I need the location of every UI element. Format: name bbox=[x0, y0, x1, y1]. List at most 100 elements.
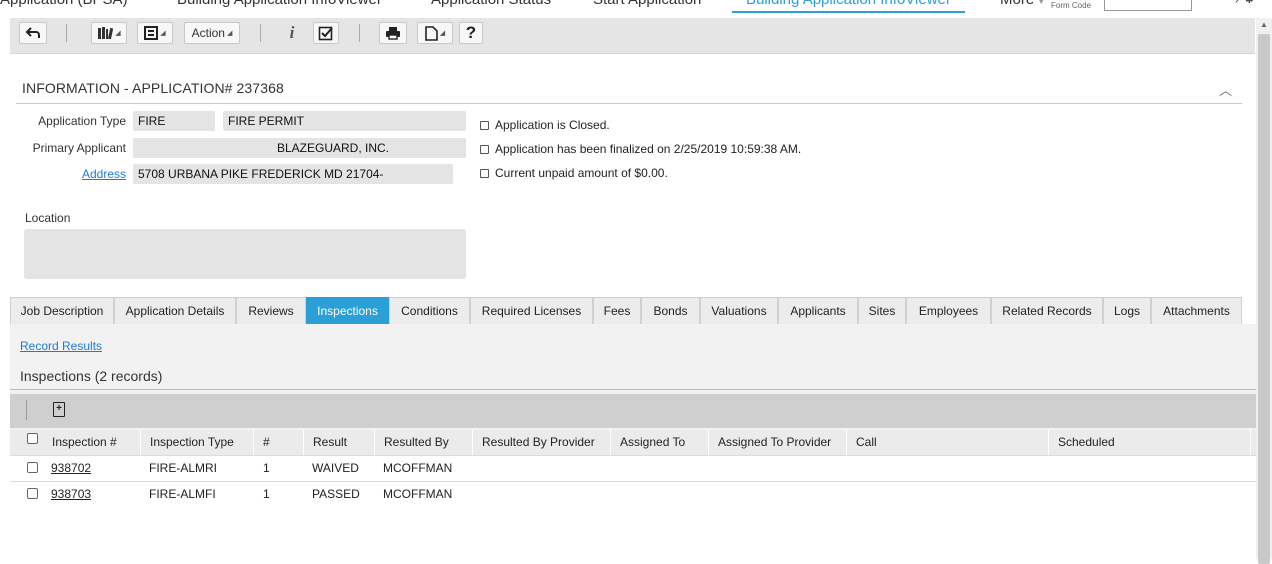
inspection-count: 1 bbox=[263, 487, 270, 501]
tab-reviews[interactable]: Reviews bbox=[236, 297, 306, 324]
tab-sites[interactable]: Sites bbox=[858, 297, 906, 324]
tab-related-records[interactable]: Related Records bbox=[991, 297, 1103, 324]
info-button[interactable]: i bbox=[281, 22, 303, 44]
primary-applicant-label: Primary Applicant bbox=[32, 141, 126, 155]
col-resulted-by-provider[interactable]: Resulted By Provider bbox=[482, 430, 595, 455]
document-icon bbox=[424, 25, 438, 41]
nav-tab-start-application[interactable]: Start Application bbox=[593, 0, 701, 8]
primary-applicant-value: BLAZEGUARD, INC. bbox=[133, 138, 466, 158]
nav-tab-building-infoviewer-active[interactable]: Building Application InfoViewer bbox=[732, 0, 965, 13]
resulted-by: MCOFFMAN bbox=[383, 487, 453, 501]
col-assigned-to[interactable]: Assigned To bbox=[620, 430, 685, 455]
inspection-type: FIRE-ALMRI bbox=[149, 461, 218, 475]
tab-employees[interactable]: Employees bbox=[906, 297, 991, 324]
location-value bbox=[24, 229, 466, 279]
bullet-square-icon bbox=[480, 120, 489, 130]
scrollbar-thumb[interactable] bbox=[1258, 34, 1270, 564]
tab-valuations[interactable]: Valuations bbox=[700, 297, 778, 324]
grid-toolbar: + bbox=[10, 394, 1256, 428]
tab-attachments[interactable]: Attachments bbox=[1151, 297, 1242, 324]
action-menu-button[interactable]: Action ◢ bbox=[184, 22, 240, 44]
table-row: 938702 FIRE-ALMRI 1 WAIVED MCOFFMAN bbox=[10, 456, 1256, 482]
application-type-name: FIRE PERMIT bbox=[223, 111, 466, 131]
toolbar: ◢ ◢ Action ◢ i ◢ ? bbox=[10, 18, 1255, 54]
record-results-link[interactable]: Record Results bbox=[20, 339, 102, 353]
document-button[interactable]: ◢ bbox=[417, 22, 453, 44]
top-nav: Application (BPSA) Building Application … bbox=[0, 0, 1256, 13]
notice-unpaid: Current unpaid amount of $0.00. bbox=[480, 166, 668, 180]
nav-tab-more[interactable]: More ▼ bbox=[1000, 0, 1046, 8]
inspection-number-link[interactable]: 938703 bbox=[51, 482, 91, 507]
form-code-input[interactable] bbox=[1104, 0, 1192, 11]
nav-tab-building-infoviewer[interactable]: Building Application InfoViewer bbox=[177, 0, 382, 8]
checklist-button[interactable] bbox=[313, 22, 339, 44]
row-checkbox[interactable] bbox=[27, 488, 38, 499]
help-button[interactable]: ? bbox=[459, 22, 483, 44]
tab-conditions[interactable]: Conditions bbox=[389, 297, 470, 324]
collapse-chevron-up-icon[interactable]: ︿ bbox=[1219, 80, 1232, 99]
nav-tab-application-bpsa[interactable]: Application (BPSA) bbox=[0, 0, 128, 8]
col-scheduled[interactable]: Scheduled bbox=[1058, 430, 1115, 455]
tab-applicants[interactable]: Applicants bbox=[778, 297, 858, 324]
notice-finalized: Application has been finalized on 2/25/2… bbox=[480, 142, 801, 156]
col-inspection-type[interactable]: Inspection Type bbox=[150, 430, 234, 455]
tab-fees[interactable]: Fees bbox=[593, 297, 641, 324]
tab-inspections[interactable]: Inspections bbox=[306, 297, 389, 324]
help-icon: ? bbox=[465, 23, 477, 42]
tab-required-licenses[interactable]: Required Licenses bbox=[470, 297, 593, 324]
inspections-title: Inspections (2 records) bbox=[20, 368, 163, 384]
dropdown-caret-icon: ◢ bbox=[439, 30, 446, 37]
print-icon bbox=[386, 27, 400, 40]
window-controls-icon[interactable]: ↗ ✱ bbox=[1234, 0, 1254, 6]
vertical-scrollbar[interactable]: ▲ bbox=[1256, 18, 1272, 564]
add-record-icon[interactable]: + bbox=[53, 402, 65, 417]
inspection-result: PASSED bbox=[312, 487, 360, 501]
inspection-number-link[interactable]: 938702 bbox=[51, 456, 91, 481]
bullet-square-icon bbox=[480, 144, 489, 154]
report-icon bbox=[144, 26, 159, 40]
col-divider bbox=[140, 430, 141, 455]
back-button[interactable] bbox=[19, 22, 47, 44]
col-divider bbox=[1250, 430, 1251, 455]
col-divider bbox=[472, 430, 473, 455]
col-divider bbox=[303, 430, 304, 455]
tab-logs[interactable]: Logs bbox=[1103, 297, 1151, 324]
inspection-count: 1 bbox=[263, 461, 270, 475]
table-row: 938703 FIRE-ALMFI 1 PASSED MCOFFMAN bbox=[10, 482, 1256, 508]
row-checkbox[interactable] bbox=[27, 462, 38, 473]
tab-application-details[interactable]: Application Details bbox=[114, 297, 236, 324]
nav-tab-application-status[interactable]: Application Status bbox=[431, 0, 551, 8]
col-call[interactable]: Call bbox=[856, 430, 877, 455]
tab-job-description[interactable]: Job Description bbox=[10, 297, 114, 324]
print-button[interactable] bbox=[379, 22, 407, 44]
toolbar-separator bbox=[359, 24, 360, 42]
application-type-label: Application Type bbox=[38, 114, 126, 128]
report-button[interactable]: ◢ bbox=[137, 22, 173, 44]
info-section-title: INFORMATION - APPLICATION# 237368 bbox=[22, 80, 284, 96]
scroll-up-icon[interactable]: ▲ bbox=[1260, 20, 1268, 29]
toolbar-separator bbox=[26, 400, 27, 420]
info-icon: i bbox=[289, 23, 295, 42]
toolbar-separator bbox=[260, 24, 261, 42]
inspection-type: FIRE-ALMFI bbox=[149, 487, 216, 501]
more-label: More bbox=[1000, 0, 1034, 8]
chevron-down-icon: ▼ bbox=[1034, 0, 1046, 6]
col-divider bbox=[708, 430, 709, 455]
col-divider bbox=[610, 430, 611, 455]
col-inspection-no[interactable]: Inspection # bbox=[52, 430, 117, 455]
col-resulted-by[interactable]: Resulted By bbox=[384, 430, 449, 455]
col-assigned-to-provider[interactable]: Assigned To Provider bbox=[718, 430, 831, 455]
bullet-square-icon bbox=[480, 168, 489, 178]
address-value: 5708 URBANA PIKE FREDERICK MD 21704- bbox=[133, 164, 453, 184]
col-num[interactable]: # bbox=[263, 430, 270, 455]
col-result[interactable]: Result bbox=[313, 430, 347, 455]
notice-text: Current unpaid amount of $0.00. bbox=[495, 166, 668, 180]
application-type-code: FIRE bbox=[133, 111, 215, 131]
library-button[interactable]: ◢ bbox=[91, 22, 127, 44]
select-all-checkbox[interactable] bbox=[27, 433, 38, 444]
tab-bonds[interactable]: Bonds bbox=[641, 297, 700, 324]
toolbar-separator bbox=[66, 24, 67, 42]
library-icon bbox=[98, 27, 114, 40]
dropdown-caret-icon: ◢ bbox=[160, 30, 166, 37]
address-link[interactable]: Address bbox=[22, 167, 126, 181]
